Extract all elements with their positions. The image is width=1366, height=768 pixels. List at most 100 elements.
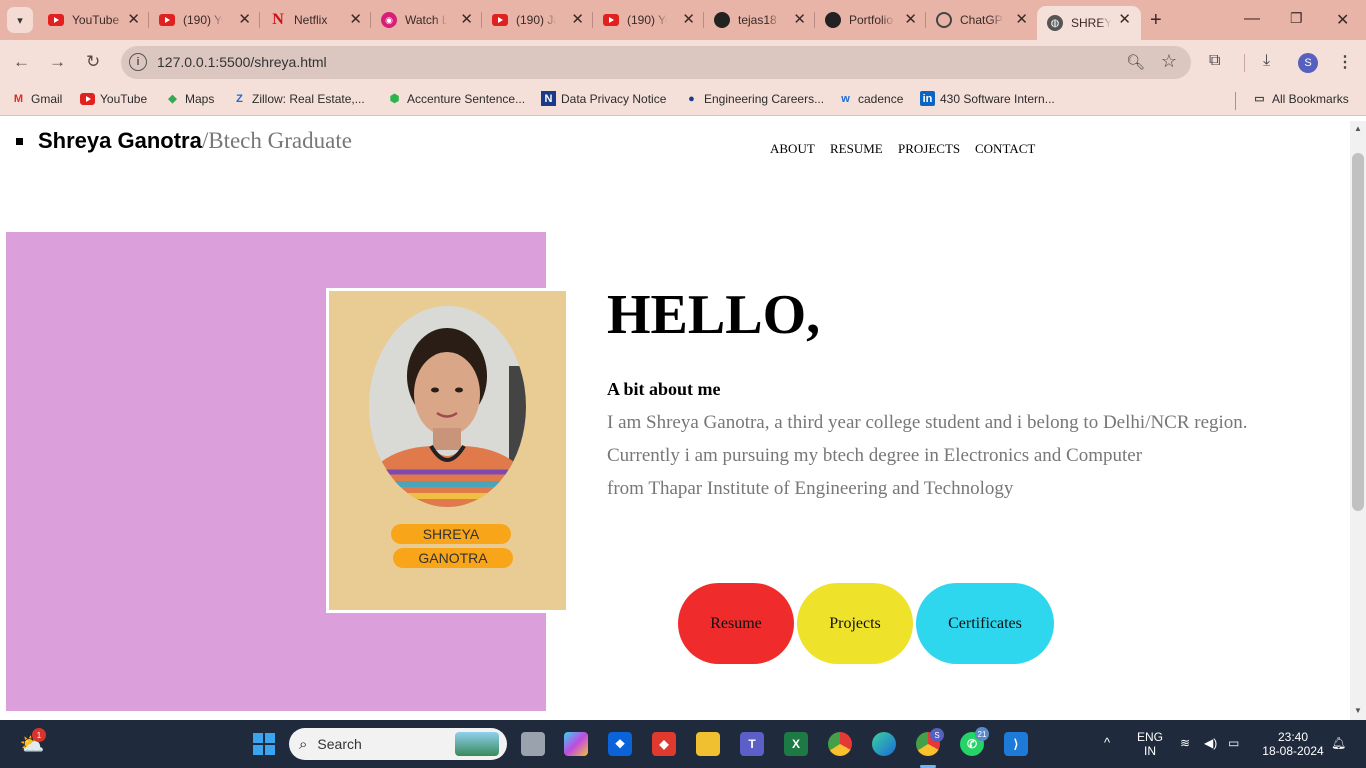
page-scrollbar[interactable]: ▲ ▼ [1350,121,1366,720]
bio-line-2: Currently i am pursuing my btech degree … [607,445,1143,466]
bookmark-star-icon[interactable]: ☆ [1161,51,1177,72]
task-view-icon[interactable] [521,732,545,756]
chrome-profile-badge: S [930,728,944,742]
file-explorer-icon[interactable] [696,732,720,756]
download-icon[interactable]: ⤓ [1263,52,1270,70]
close-icon[interactable]: ✕ [1118,12,1131,27]
close-icon[interactable]: ✕ [238,12,251,27]
bookmark-label: All Bookmarks [1272,91,1349,106]
battery-icon[interactable]: ▭ [1228,736,1239,750]
tab-youtube-2[interactable]: (190) YouTube ✕ [149,6,260,34]
bookmark-cadence[interactable]: w cadence [838,91,903,106]
nav-resume[interactable]: RESUME [830,141,883,157]
all-bookmarks[interactable]: ▭ All Bookmarks [1252,91,1349,106]
address-bar[interactable]: i 127.0.0.1:5500/shreya.html 🔍︎ ☆ [121,46,1191,79]
bookmark-label: Gmail [31,91,63,106]
taskbar-search[interactable]: ⌕ Search [289,728,507,760]
bookmark-data-privacy[interactable]: N Data Privacy Notice [541,91,666,106]
github-icon [825,12,841,28]
close-icon[interactable]: ✕ [793,12,806,27]
tab-youtube-3[interactable]: (190) Ja ✕ [482,6,593,34]
close-icon[interactable]: ✕ [1015,12,1028,27]
bullet-marker [16,137,23,145]
tab-youtube-1[interactable]: YouTube ✕ [38,6,149,34]
close-icon[interactable]: ✕ [682,12,695,27]
edge-icon[interactable] [872,732,896,756]
minimize-icon[interactable]: — [1244,10,1260,28]
copilot-icon[interactable] [564,732,588,756]
forward-icon[interactable]: → [49,52,66,72]
tab-youtube-4[interactable]: (190) YouTube ✕ [593,6,704,34]
bookmark-engineering-careers[interactable]: ● Engineering Careers... [684,91,824,106]
gmail-icon: M [13,92,24,105]
scroll-down-icon[interactable]: ▼ [1354,706,1362,715]
site-info-icon[interactable]: i [129,53,147,71]
bookmark-label: cadence [858,91,904,106]
kebab-menu-icon[interactable]: ⋮ [1337,52,1353,72]
notification-bell-icon[interactable]: 🔔︎ [1331,736,1346,750]
tab-netflix[interactable]: N Netflix ✕ [260,6,371,34]
wifi-icon[interactable]: ≋ [1180,736,1190,750]
scroll-up-icon[interactable]: ▲ [1354,124,1362,133]
accenture-icon: ⬢ [389,93,400,105]
bookmark-accenture[interactable]: ⬢ Accenture Sentence... [387,91,525,106]
resume-button[interactable]: Resume [678,583,794,664]
scroll-thumb[interactable] [1352,153,1364,511]
zoom-icon[interactable]: 🔍︎ [1126,53,1145,71]
nav-contact[interactable]: CONTACT [975,141,1035,157]
bookmark-label: 430 Software Intern... [940,91,1055,106]
language-indicator[interactable]: ENG IN [1136,730,1164,758]
avatar[interactable]: S [1298,53,1318,73]
certificates-button[interactable]: Certificates [916,583,1054,664]
bookmark-label: Maps [185,91,215,106]
clock[interactable]: 23:40 18-08-2024 [1258,730,1328,758]
git-icon[interactable]: ◆ [652,732,676,756]
window-close-icon[interactable]: ✕ [1336,10,1349,30]
tab-title: Watch Live [405,13,447,27]
bookmark-maps[interactable]: ◆ Maps [165,91,214,106]
back-icon[interactable]: ← [13,52,30,72]
volume-icon[interactable]: ◀) [1204,736,1217,750]
excel-icon[interactable]: X [784,732,808,756]
nav-projects[interactable]: PROJECTS [898,141,960,157]
tab-github-2[interactable]: Portfolio ✕ [815,6,926,34]
chrome-icon[interactable] [828,732,852,756]
tab-title: (190) Ja [516,13,556,27]
close-icon[interactable]: ✕ [460,12,473,27]
chatgpt-icon [936,12,952,28]
dropbox-icon[interactable]: ❖ [608,732,632,756]
bio-line-1: I am Shreya Ganotra, a third year colleg… [607,412,1248,433]
teams-icon[interactable]: T [740,732,764,756]
tab-title: ChatGPT [960,13,1004,27]
bookmark-gmail[interactable]: M Gmail [11,91,62,106]
reload-icon[interactable]: ↻ [86,52,100,72]
projects-button[interactable]: Projects [797,583,913,664]
extensions-icon[interactable]: ⧉ [1209,52,1220,70]
clock-date: 18-08-2024 [1262,744,1324,758]
restore-icon[interactable]: ❐ [1290,10,1303,27]
url-text[interactable]: 127.0.0.1:5500/shreya.html [157,54,327,70]
tab-shreya-active[interactable]: ◍ SHREYA ✕ [1037,6,1141,40]
nav-about[interactable]: ABOUT [770,141,815,157]
new-tab-icon[interactable]: + [1150,9,1162,32]
bookmark-software-intern[interactable]: in 430 Software Intern... [920,91,1055,106]
windows-start-icon[interactable] [252,732,276,756]
vscode-icon[interactable]: ⟩ [1004,732,1028,756]
bookmark-youtube[interactable]: YouTube [80,91,147,106]
close-icon[interactable]: ✕ [571,12,584,27]
maps-icon: ◆ [168,93,177,105]
about-heading: A bit about me [607,379,721,399]
tab-chatgpt[interactable]: ChatGPT ✕ [926,6,1036,34]
windows-taskbar: ⛅ 1 ⌕ Search ❖ ◆ T X S ✆ 21 ⟩ ^ ENG IN ≋… [0,720,1366,768]
profile-card: SHREYA GANOTRA [326,288,569,613]
tab-title: SHREYA [1071,16,1111,30]
tray-overflow-icon[interactable]: ^ [1104,736,1110,750]
tab-watch[interactable]: ◉ Watch Live ✕ [371,6,482,34]
close-icon[interactable]: ✕ [904,12,917,27]
search-placeholder: Search [317,736,362,752]
close-icon[interactable]: ✕ [127,12,140,27]
close-icon[interactable]: ✕ [349,12,362,27]
tab-search-button[interactable]: ▾ [7,7,33,33]
bookmark-zillow[interactable]: Z Zillow: Real Estate,... [232,91,365,106]
tab-github-1[interactable]: tejas18 ✕ [704,6,815,34]
